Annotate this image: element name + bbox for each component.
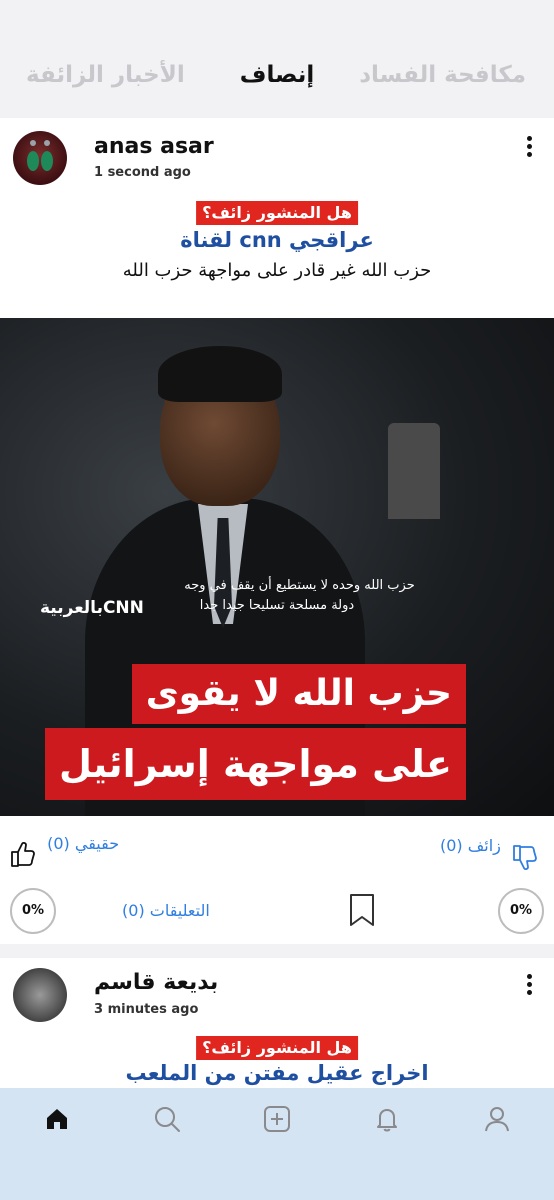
post-body: حزب الله غير قادر على مواجهة حزب الله (122, 260, 432, 281)
fake-vote-button[interactable]: زائف (0) (440, 836, 538, 872)
thumbs-up-icon (11, 842, 35, 867)
post-video[interactable]: حزب الله وحده لا يستطيع أن يقف في وجه دو… (0, 318, 554, 816)
username[interactable]: anas asar (94, 134, 214, 159)
post-card: anas asar 1 second ago هل المنشور زائف؟ … (0, 118, 554, 944)
video-person-hair (158, 346, 282, 402)
bookmark-icon[interactable] (348, 893, 376, 927)
fake-question-badge: هل المنشور زائف؟ (196, 201, 358, 225)
tab-insaf[interactable]: إنصاف (240, 62, 315, 88)
bell-icon[interactable] (372, 1104, 402, 1134)
post-card: بديعة قاسم 3 minutes ago هل المنشور زائف… (0, 958, 554, 1098)
username[interactable]: بديعة قاسم (94, 970, 218, 995)
add-icon[interactable] (262, 1104, 292, 1134)
video-subtitle-line: حزب الله وحده لا يستطيع أن يقف في وجه (184, 578, 415, 593)
cnn-logo: بالعربيةCNN (40, 598, 144, 618)
fake-percent-circle: 0% (498, 888, 544, 934)
avatar[interactable] (13, 131, 67, 185)
real-vote-button[interactable]: حقيقي (0) (10, 834, 119, 868)
tab-anti-corruption[interactable]: مكافحة الفساد (359, 62, 526, 88)
fake-vote-label: زائف (0) (439, 836, 501, 855)
search-icon[interactable] (152, 1104, 182, 1134)
post-title: لقناة cnn عراقجي (180, 228, 374, 252)
profile-icon[interactable] (482, 1104, 512, 1134)
post-title: اخراج عقيل مفتن من الملعب (125, 1061, 429, 1085)
video-headline: على مواجهة إسرائيل (44, 728, 466, 800)
video-background-lamp (388, 423, 440, 519)
top-tabs: مكافحة الفساد إنصاف الأخبار الزائفة (0, 62, 554, 112)
avatar[interactable] (13, 968, 67, 1022)
more-options-icon[interactable] (524, 136, 534, 160)
home-icon[interactable] (42, 1104, 72, 1134)
reaction-row: زائف (0) حقيقي (0) (0, 834, 554, 880)
post-time: 3 minutes ago (94, 1002, 199, 1017)
fake-question-badge: هل المنشور زائف؟ (196, 1036, 358, 1060)
real-vote-label: حقيقي (0) (47, 834, 120, 853)
comments-link[interactable]: التعليقات (0) (122, 901, 210, 920)
more-options-icon[interactable] (524, 974, 534, 998)
real-percent-circle: 0% (10, 888, 56, 934)
post-time: 1 second ago (94, 165, 191, 180)
thumbs-down-icon (513, 845, 537, 870)
video-headline: حزب الله لا يقوى (131, 664, 466, 724)
tab-fake-news[interactable]: الأخبار الزائفة (26, 62, 185, 88)
bottom-nav (0, 1088, 554, 1200)
